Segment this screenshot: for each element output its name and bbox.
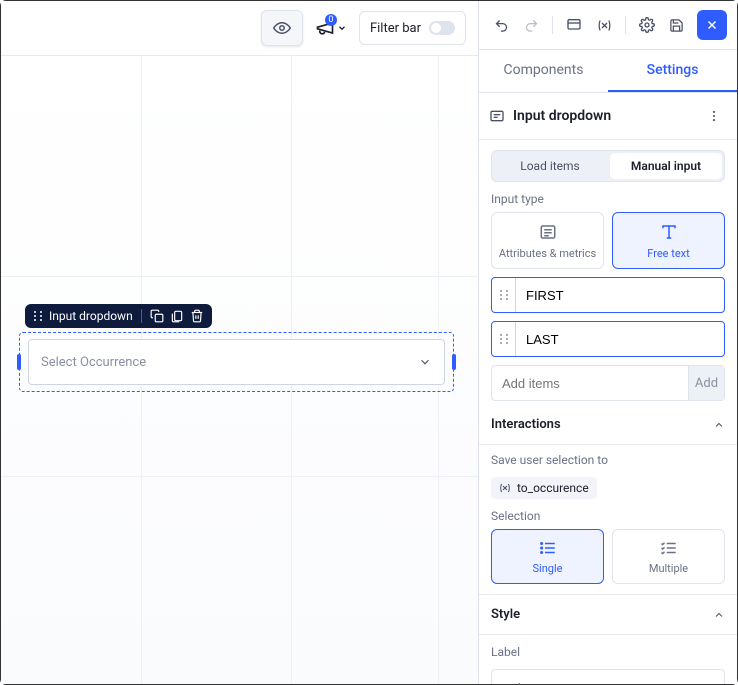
notifications-button[interactable]: 0: [315, 18, 347, 38]
input-dropdown-widget[interactable]: Select Occurrence: [19, 332, 454, 392]
item-input-0[interactable]: [516, 278, 724, 312]
close-icon: [705, 18, 719, 32]
close-panel-button[interactable]: [697, 10, 727, 40]
selection-single[interactable]: Single: [491, 529, 604, 584]
input-type-label: Input type: [491, 192, 725, 206]
style-title: Style: [491, 607, 520, 622]
canvas-area: 0 Filter bar Input dropdown: [1, 1, 479, 684]
input-type-attributes[interactable]: Attributes & metrics: [491, 212, 604, 269]
variable-name: to_occurence: [517, 481, 589, 495]
item-input-1[interactable]: [516, 322, 724, 356]
redo-button[interactable]: [519, 12, 545, 38]
canvas-body[interactable]: Input dropdown Select Occurrence: [1, 55, 478, 684]
variables-button[interactable]: [591, 12, 617, 38]
notifications-badge: 0: [325, 14, 337, 26]
side-panel: Components Settings Input dropdown Load …: [479, 1, 737, 684]
undo-button[interactable]: [489, 12, 515, 38]
interactions-title: Interactions: [491, 417, 561, 432]
panel-title: Input dropdown: [513, 108, 693, 124]
gear-icon: [639, 17, 655, 33]
selection-multiple[interactable]: Multiple: [612, 529, 725, 584]
item-row-1[interactable]: [491, 321, 725, 357]
item-row-0[interactable]: [491, 277, 725, 313]
chevron-down-icon: [337, 23, 347, 33]
panel-tabs: Components Settings: [479, 49, 737, 93]
variable-icon: [597, 18, 612, 33]
save-selection-label: Save user selection to: [491, 453, 725, 467]
input-type-free-label: Free text: [647, 247, 689, 260]
chevron-up-icon: [713, 609, 725, 621]
widget-icon: [566, 17, 582, 33]
save-button[interactable]: [664, 12, 690, 38]
label-input[interactable]: [491, 669, 725, 684]
widget-chip-label: Input dropdown: [49, 309, 133, 323]
drag-handle-icon: [33, 310, 43, 322]
save-icon: [669, 18, 684, 33]
list-icon: [539, 223, 557, 241]
canvas-toolbar: 0 Filter bar: [1, 1, 478, 55]
filter-bar-toggle[interactable]: Filter bar: [359, 11, 466, 45]
multi-list-icon: [660, 540, 678, 556]
tab-components[interactable]: Components: [479, 50, 608, 92]
variable-chip[interactable]: to_occurence: [491, 477, 597, 499]
add-item-input[interactable]: [492, 366, 688, 400]
drag-handle-icon[interactable]: [492, 322, 516, 356]
widget-selection-chip[interactable]: Input dropdown: [25, 304, 212, 328]
more-vert-icon: [707, 109, 721, 123]
copy-icon[interactable]: [170, 309, 184, 323]
panel-header: Input dropdown: [479, 93, 737, 140]
selection-label: Selection: [491, 509, 725, 523]
filter-bar-label: Filter bar: [370, 21, 421, 36]
select-occurrence-dropdown[interactable]: Select Occurrence: [28, 339, 445, 385]
data-mode-toggle: Load items Manual input: [491, 150, 725, 182]
add-item-row: Add: [491, 365, 725, 401]
interactions-header[interactable]: Interactions: [479, 405, 737, 445]
tab-settings[interactable]: Settings: [608, 50, 737, 92]
settings-button[interactable]: [634, 12, 660, 38]
selection-options: Single Multiple: [491, 529, 725, 584]
trash-icon[interactable]: [190, 309, 204, 323]
mode-manual-input[interactable]: Manual input: [610, 153, 722, 179]
input-type-attrs-label: Attributes & metrics: [499, 247, 596, 260]
select-placeholder: Select Occurrence: [41, 355, 146, 370]
duplicate-icon[interactable]: [150, 309, 164, 323]
panel-top-toolbar: [479, 1, 737, 49]
redo-icon: [524, 18, 539, 33]
style-header[interactable]: Style: [479, 595, 737, 635]
variable-icon: [499, 482, 511, 494]
input-type-free-text[interactable]: Free text: [612, 212, 725, 269]
eye-icon: [273, 19, 291, 37]
text-icon: [660, 223, 678, 241]
input-type-options: Attributes & metrics Free text: [491, 212, 725, 269]
label-field-label: Label: [491, 645, 725, 659]
undo-icon: [494, 18, 509, 33]
drag-handle-icon[interactable]: [492, 278, 516, 312]
chevron-up-icon: [713, 419, 725, 431]
selection-multiple-label: Multiple: [649, 562, 688, 575]
chevron-down-icon: [418, 355, 432, 369]
add-item-button[interactable]: Add: [688, 366, 724, 400]
preview-button[interactable]: [261, 10, 303, 46]
single-list-icon: [539, 540, 557, 556]
panel-more-button[interactable]: [701, 103, 727, 129]
widget-icon-button[interactable]: [561, 12, 587, 38]
mode-load-items[interactable]: Load items: [494, 153, 606, 179]
dropdown-widget-icon: [489, 108, 505, 124]
toggle-off-icon: [429, 21, 455, 35]
selection-single-label: Single: [533, 562, 563, 575]
